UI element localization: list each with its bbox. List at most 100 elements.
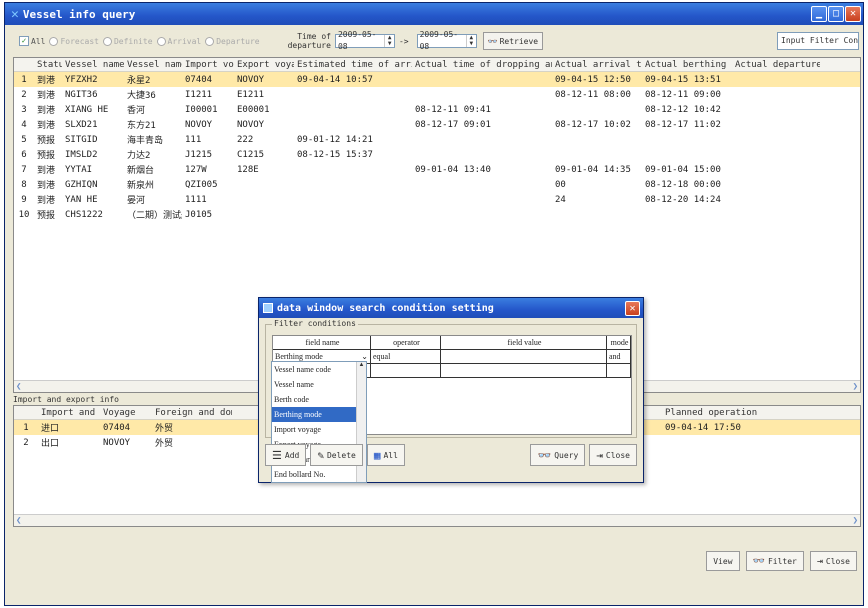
table-cell: 09-01-04 15:00 [645,164,721,175]
ie-grid-hscroll[interactable]: ❮ ❯ [14,514,860,526]
column-header[interactable]: Actual berthing time [642,60,732,70]
date-from-input[interactable]: 2009-05-08 ▲ ▼ [334,30,395,51]
date-range-arrow: -> [398,36,409,46]
all-label: All [31,36,46,46]
column-header[interactable]: Actual time of dropping anchor [412,60,552,70]
column-header[interactable]: Export voyage [234,60,294,70]
column-header[interactable]: Actual departure ti [732,60,820,70]
retrieve-button[interactable]: 👓 Retrieve [482,32,544,50]
column-header[interactable]: Vessel name code [62,60,124,70]
dropdown-option[interactable]: Vessel name [272,377,366,392]
add-button[interactable]: ☰ Add [265,444,307,466]
filter-button[interactable]: 👓 Filter [745,551,804,571]
table-row[interactable]: 9 到港 YAN HE 晏河 1111 24 08-12-20 14:24 [14,192,860,207]
table-row[interactable]: 6 预报 IMSLD2 力达2 J1215 C1215 08-12-15 15:37 [14,147,860,162]
table-cell: 永星2 [127,76,151,86]
dropdown-option[interactable]: Import voyage [272,422,366,437]
table-cell: E1211 [237,89,265,100]
table-cell: 00 [555,179,566,190]
column-header[interactable]: Voyage [100,408,152,418]
filter-condition-input[interactable]: Input Filter Condi [777,32,859,50]
forecast-label: Forecast [60,36,99,46]
table-cell: 08-12-17 11:02 [645,119,721,130]
binoculars-icon: 👓 [752,555,765,567]
table-cell: I00001 [185,104,218,115]
mode-cell[interactable]: and [607,350,631,364]
dropdown-option[interactable]: Vessel name code [272,362,366,377]
scroll-left-icon[interactable]: ❮ [16,516,21,526]
date-to-spinner-icon[interactable]: ▲ ▼ [465,35,476,47]
close-icon[interactable]: ✕ [845,6,861,22]
table-cell: YFZXH2 [65,74,98,85]
table-cell: 222 [237,134,254,145]
column-header[interactable]: Actual arrival time [552,60,642,70]
minimize-icon[interactable]: ▁ [811,6,827,22]
table-cell: 到港 [37,106,56,116]
table-row[interactable]: 2 到港 NGIT36 大捷36 I1211 E1211 08-12-11 08:00 08-… [14,87,860,102]
table-cell: 出口 [41,439,60,449]
vessel-grid-header: StatusVessel name codeVessel nameImport … [14,58,860,72]
date-to-input[interactable]: 2009-05-08 ▲ ▼ [416,30,477,51]
table-cell: 111 [185,134,202,145]
bottom-buttons: View 👓 Filter ⇥ Close [706,551,857,571]
column-header[interactable]: Estimated time of arrival [294,60,412,70]
query-button[interactable]: 👓 Query [530,444,586,466]
dropdown-option[interactable]: Berthing mode [272,407,366,422]
scroll-right-icon[interactable]: ❯ [853,382,858,392]
col-mode: mode [607,336,631,350]
scroll-right-icon[interactable]: ❯ [853,516,858,526]
table-row[interactable]: 10 预报 CHS1222 （二期）测试船J0105 [14,207,860,222]
table-cell: NOVOY [237,119,265,130]
column-header[interactable]: Import and export [38,408,100,418]
column-header[interactable]: Foreign and domes [152,408,232,418]
binoculars-icon: 👓 [537,448,552,462]
table-cell: 07404 [103,422,131,433]
definite-radio[interactable] [102,36,112,46]
table-cell: I1211 [185,89,213,100]
table-cell: 2 [21,89,27,100]
table-cell: 08-12-18 00:00 [645,179,721,190]
table-row[interactable]: 7 到港 YYTAI 新烟台 127W 128E 09-01-04 13:40 09-01-0… [14,162,860,177]
view-button[interactable]: View [706,551,740,571]
all-checkbox[interactable]: ✓ [19,36,29,46]
table-cell: 09-04-15 12:50 [555,74,631,85]
table-cell: 08-12-11 08:00 [555,89,631,100]
all-button[interactable]: ▦ All [366,444,405,466]
select-all-icon: ▦ [373,448,381,462]
table-row[interactable]: 4 到港 SLXD21 东方21 NOVOY NOVOY 08-12-17 09:01 08-… [14,117,860,132]
delete-button[interactable]: ✎ Delete [310,444,363,466]
table-cell: 香河 [127,106,146,116]
dialog-close-button[interactable]: ⇥ Close [589,444,637,466]
table-cell: 东方21 [127,121,156,131]
arrival-radio[interactable] [156,36,166,46]
column-header[interactable]: Vessel name [124,60,182,70]
dialog-close-icon[interactable]: ✕ [625,300,640,316]
table-cell: C1215 [237,149,265,160]
forecast-radio[interactable] [49,36,59,46]
table-row[interactable]: 8 到港 GZHIQN 新泉州 QZI005 00 08-12-18 00:00 [14,177,860,192]
column-header[interactable]: Import voyage [182,60,234,70]
field-value-cell[interactable] [441,350,607,364]
column-header[interactable]: Status [34,60,62,70]
scroll-left-icon[interactable]: ❮ [16,382,21,392]
eraser-icon: ✎ [317,448,324,462]
column-header[interactable]: Planned operation com [662,408,762,418]
dropdown-option[interactable]: Berth code [272,392,366,407]
table-cell: 到港 [37,76,56,86]
table-cell: 24 [555,194,566,205]
table-cell: 3 [21,104,27,115]
close-button[interactable]: ⇥ Close [809,551,857,571]
departure-radio[interactable] [205,36,215,46]
table-row[interactable]: 3 到港 XIANG HE 香河 I00001 E00001 08-12-11 09:41 0… [14,102,860,117]
dropdown-option[interactable]: End bollard No. [272,467,366,482]
date-from-spinner-icon[interactable]: ▲ ▼ [384,35,394,47]
operator-cell[interactable]: equal [371,350,441,364]
table-cell: 08-12-15 15:37 [297,149,373,160]
table-row[interactable]: 1 到港 YFZXH2 永星2 07404 NOVOY 09-04-14 10:57 09-0… [14,72,860,87]
table-row[interactable]: 5 预报 SITGID 海丰青岛 111 222 09-01-12 14:21 [14,132,860,147]
maximize-icon[interactable]: □ [828,6,844,22]
import-export-label: Import and export info [13,395,119,404]
table-cell: 09-04-14 10:57 [297,74,373,85]
table-cell: 4 [21,119,27,130]
table-cell: 新烟台 [127,166,155,176]
